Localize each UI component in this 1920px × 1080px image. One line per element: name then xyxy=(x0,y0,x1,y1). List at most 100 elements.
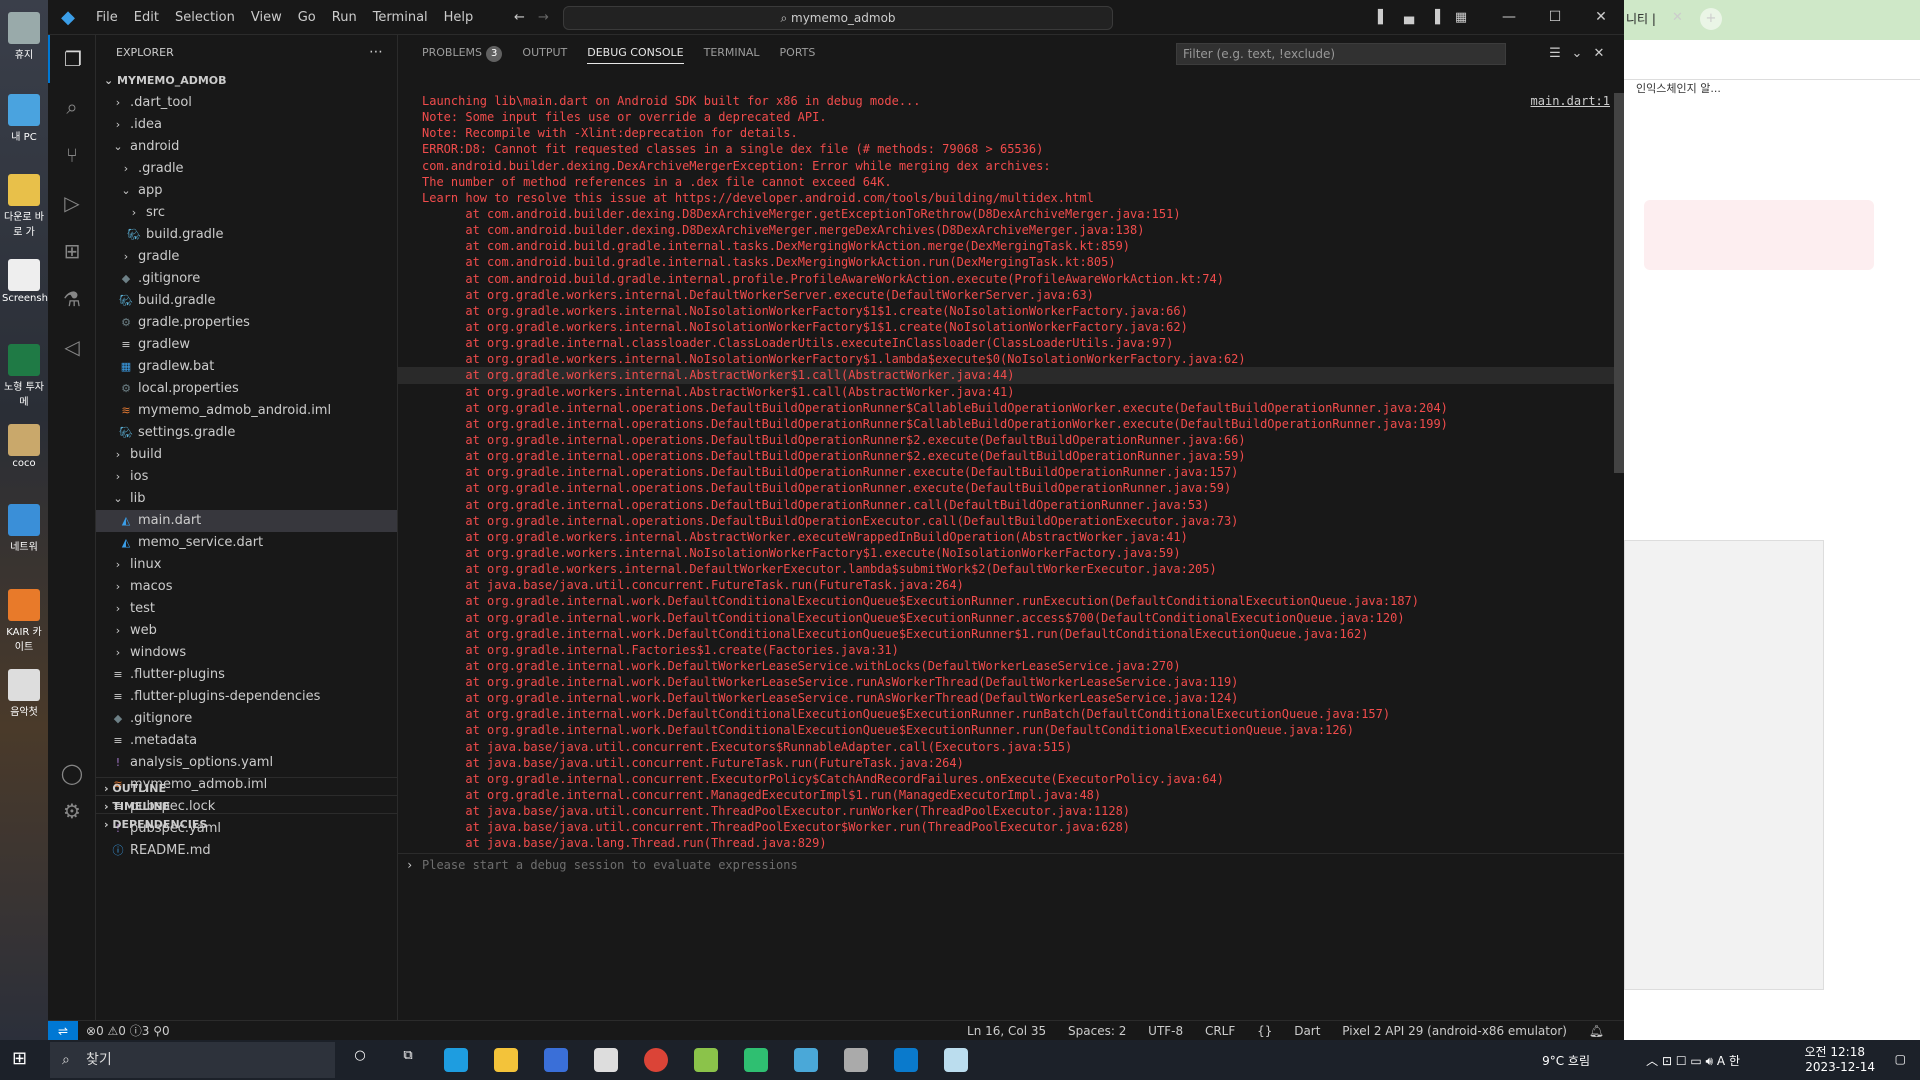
clock-time[interactable]: 오전 12:18 xyxy=(1805,1043,1865,1060)
file-explorer-icon[interactable] xyxy=(494,1048,518,1072)
tree-folder[interactable]: › .dart_tool xyxy=(96,92,397,114)
tree-file[interactable]: ≡ .flutter-plugins xyxy=(96,664,397,686)
desktop-icon-kair[interactable]: KAIR 카이트 xyxy=(2,585,46,653)
extensions-icon[interactable]: ⊞ xyxy=(48,227,96,275)
desktop-icon-coco[interactable]: coco xyxy=(2,420,46,480)
explorer-icon[interactable]: ❐ xyxy=(48,35,96,83)
bell-icon[interactable]: 🔔︎ xyxy=(1589,1024,1604,1038)
menu-go[interactable]: Go xyxy=(290,0,324,35)
settings-gear-icon[interactable]: ⚙ xyxy=(48,787,96,835)
tree-file[interactable]: 🐘︎ build.gradle xyxy=(96,290,397,312)
console-filter-input[interactable]: Filter (e.g. text, !exclude) xyxy=(1176,43,1506,65)
tree-folder[interactable]: › macos xyxy=(96,576,397,598)
tree-file[interactable]: ◆ .gitignore xyxy=(96,268,397,290)
tree-file[interactable]: ≡ gradlew xyxy=(96,334,397,356)
desktop-icon-excel[interactable]: 노형 투자메 xyxy=(2,340,46,408)
mail-icon[interactable] xyxy=(594,1048,618,1072)
windows-start-icon[interactable]: ⊞ xyxy=(12,1048,27,1069)
taskbar-search[interactable]: ⌕ 찾기 xyxy=(50,1042,335,1078)
maximize-icon[interactable]: ☐ xyxy=(1532,0,1578,35)
tray-icons[interactable]: ︿ ⊡ ☐ ▭ 🔊︎ A 한 xyxy=(1646,1052,1740,1069)
desktop-icon-downloads[interactable]: 다운로 바로 가 xyxy=(2,170,46,238)
tree-folder[interactable]: › ios xyxy=(96,466,397,488)
menu-edit[interactable]: Edit xyxy=(126,0,167,35)
tree-folder[interactable]: › build xyxy=(96,444,397,466)
desktop-icon-recycle[interactable]: 휴지 xyxy=(2,8,46,68)
tree-file[interactable]: ≡ .metadata xyxy=(96,730,397,752)
close-icon[interactable]: ✕ xyxy=(1578,0,1624,35)
clock-date[interactable]: 2023-12-14 xyxy=(1805,1060,1875,1074)
minimize-icon[interactable]: — xyxy=(1486,0,1532,35)
customize-layout-icon[interactable]: ▦ xyxy=(1448,0,1474,35)
tree-folder[interactable]: › linux xyxy=(96,554,397,576)
tab-terminal[interactable]: TERMINAL xyxy=(694,35,770,70)
tree-folder[interactable]: › windows xyxy=(96,642,397,664)
new-tab-icon[interactable]: + xyxy=(1700,8,1722,30)
warning-count[interactable]: 0 xyxy=(118,1024,126,1038)
tree-file[interactable]: ⓘ README.md xyxy=(96,840,397,862)
chrome-icon[interactable] xyxy=(644,1048,668,1072)
run-debug-icon[interactable]: ▷ xyxy=(48,179,96,227)
kotlin-icon[interactable] xyxy=(744,1048,768,1072)
tree-folder[interactable]: ⌄ android xyxy=(96,136,397,158)
app-icon[interactable] xyxy=(694,1048,718,1072)
tree-file[interactable]: ! analysis_options.yaml xyxy=(96,752,397,774)
flutter-icon[interactable]: ◁ xyxy=(48,323,96,371)
workspace-root[interactable]: ⌄ MYMEMO_ADMOB xyxy=(96,70,397,92)
task-view-icon[interactable]: ⧉ xyxy=(396,1048,420,1072)
cursor-position[interactable]: Ln 16, Col 35 xyxy=(967,1024,1046,1038)
tree-file[interactable]: 🐘︎ settings.gradle xyxy=(96,422,397,444)
cortana-icon[interactable]: ○ xyxy=(348,1048,372,1072)
debug-console-input[interactable]: › Please start a debug session to evaluat… xyxy=(398,853,1624,875)
toggle-secondary-sidebar-icon[interactable]: ▐ xyxy=(1422,0,1448,35)
menu-view[interactable]: View xyxy=(243,0,290,35)
tree-file[interactable]: ◭ main.dart xyxy=(96,510,397,532)
remote-indicator-icon[interactable]: ⇌ xyxy=(48,1021,78,1041)
close-panel-icon[interactable]: ✕ xyxy=(1588,43,1610,65)
tab-output[interactable]: OUTPUT xyxy=(512,35,577,70)
debug-console-output[interactable]: main.dart:1 Launching lib\main.dart on A… xyxy=(398,93,1624,853)
tree-folder[interactable]: ⌄ lib xyxy=(96,488,397,510)
tree-file[interactable]: ⚙ local.properties xyxy=(96,378,397,400)
calculator-icon[interactable] xyxy=(794,1048,818,1072)
app-icon[interactable] xyxy=(844,1048,868,1072)
search-icon[interactable]: ⌕ xyxy=(48,83,96,131)
more-actions-icon[interactable]: ⋯ xyxy=(369,35,383,70)
edge-icon[interactable] xyxy=(444,1048,468,1072)
device-selector[interactable]: Pixel 2 API 29 (android-x86 emulator) xyxy=(1342,1024,1567,1038)
line-endings[interactable]: CRLF xyxy=(1205,1024,1235,1038)
desktop-icon-screenshot[interactable]: Screensh xyxy=(2,255,48,315)
menu-file[interactable]: File xyxy=(88,0,126,35)
toggle-sidebar-icon[interactable]: ▌ xyxy=(1370,0,1396,35)
desktop-icon-network[interactable]: 네트워 xyxy=(2,500,46,560)
forward-arrow-icon[interactable]: → xyxy=(538,0,549,35)
close-tab-icon[interactable]: ✕ xyxy=(1672,10,1683,25)
browser-tab[interactable]: 니티 | xyxy=(1626,10,1656,27)
tree-file[interactable]: ⚙ gradle.properties xyxy=(96,312,397,334)
tree-file[interactable]: ▦ gradlew.bat xyxy=(96,356,397,378)
tab-ports[interactable]: PORTS xyxy=(770,35,826,70)
testing-icon[interactable]: ⚗ xyxy=(48,275,96,323)
menu-terminal[interactable]: Terminal xyxy=(365,0,436,35)
encoding[interactable]: UTF-8 xyxy=(1148,1024,1183,1038)
tree-file[interactable]: ◭ memo_service.dart xyxy=(96,532,397,554)
tab-problems[interactable]: PROBLEMS 3 xyxy=(412,35,512,70)
chevron-down-icon[interactable]: ⌄ xyxy=(1566,43,1588,65)
tree-folder[interactable]: › .gradle xyxy=(96,158,397,180)
indentation[interactable]: Spaces: 2 xyxy=(1068,1024,1126,1038)
back-arrow-icon[interactable]: ← xyxy=(514,0,525,35)
tree-folder[interactable]: › src xyxy=(96,202,397,224)
info-count[interactable]: 3 xyxy=(142,1024,150,1038)
source-link[interactable]: main.dart:1 xyxy=(1531,93,1610,109)
language-mode[interactable]: {} Dart xyxy=(1257,1024,1320,1038)
command-center[interactable]: ⌕ mymemo_admob xyxy=(563,6,1113,30)
menu-run[interactable]: Run xyxy=(324,0,365,35)
ports-count[interactable]: 0 xyxy=(162,1024,170,1038)
weather-widget[interactable]: 9°C 흐림 xyxy=(1542,1052,1590,1069)
tab-debug-console[interactable]: DEBUG CONSOLE xyxy=(577,35,693,70)
desktop-icon-music[interactable]: 음악첫 xyxy=(2,665,46,725)
source-control-icon[interactable]: ⑂ xyxy=(48,131,96,179)
tree-file[interactable]: ◆ .gitignore xyxy=(96,708,397,730)
tree-folder[interactable]: › gradle xyxy=(96,246,397,268)
toggle-panel-icon[interactable]: ▄ xyxy=(1396,0,1422,35)
